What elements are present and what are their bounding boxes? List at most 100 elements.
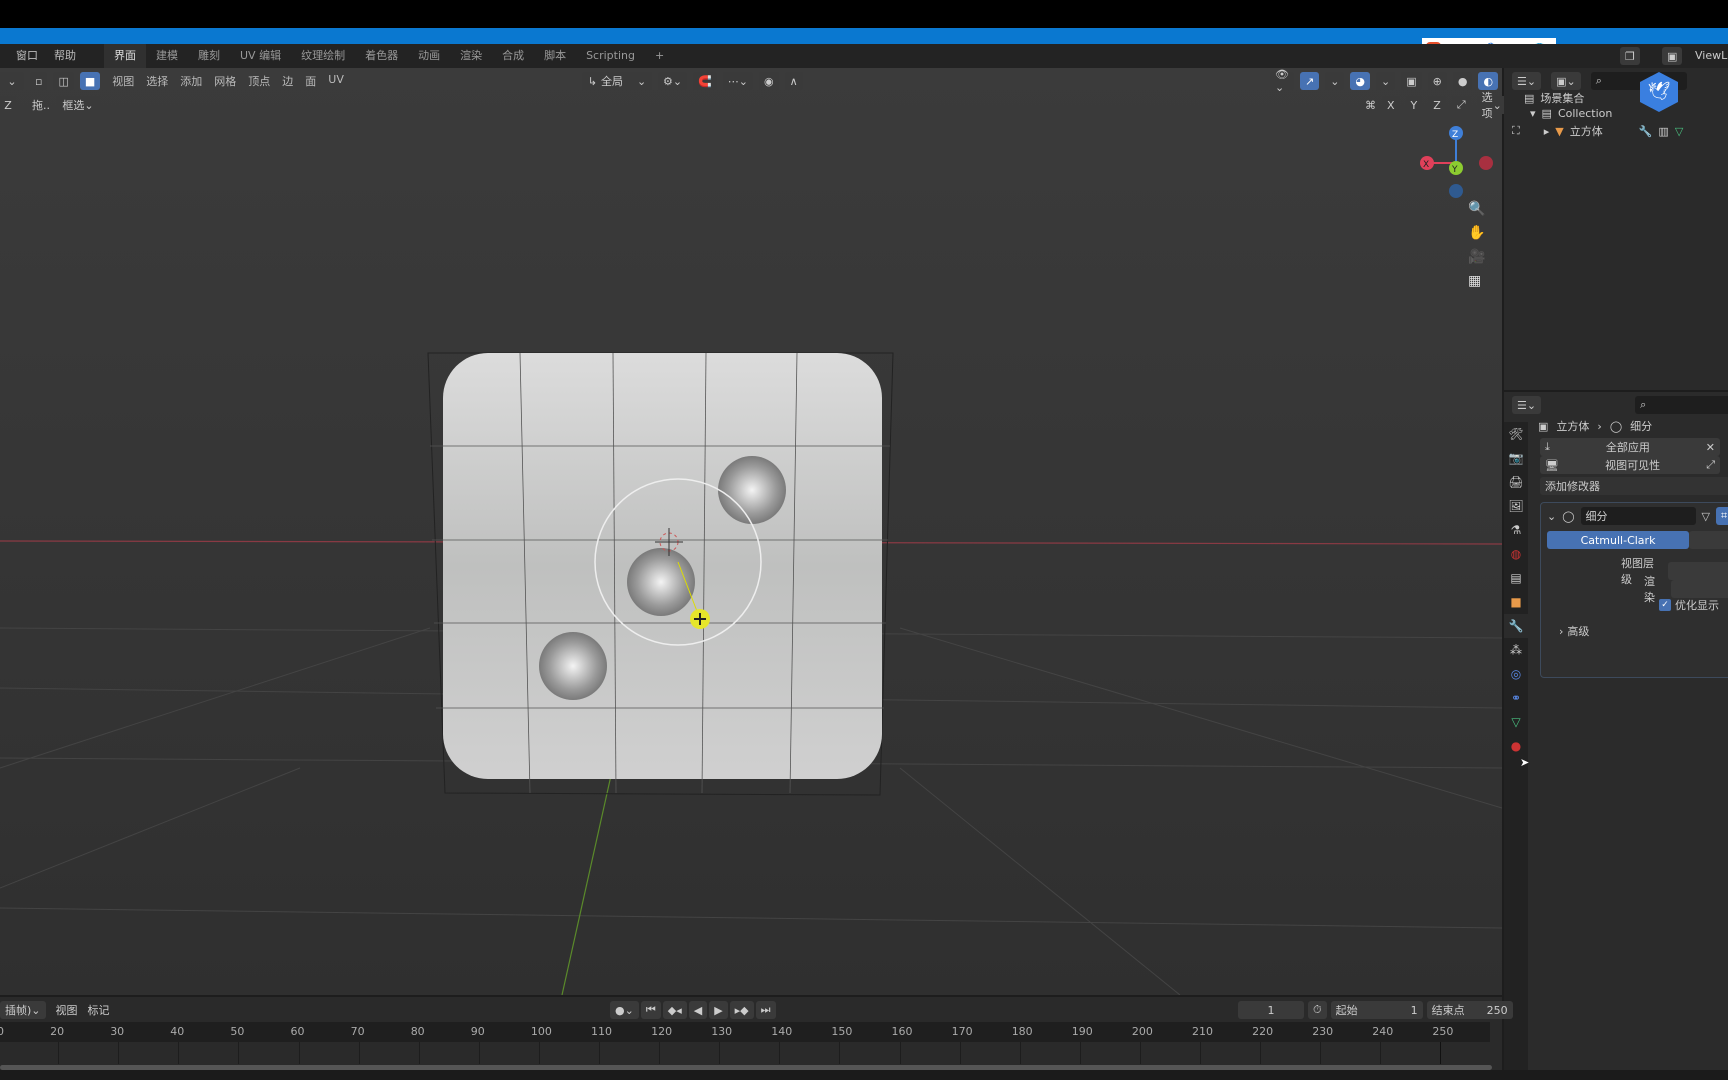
overlay-dropdown[interactable]: ⌄ xyxy=(1376,72,1396,90)
zoom-icon[interactable]: 🔍 xyxy=(1468,201,1485,217)
workspace-tab[interactable]: 着色器 xyxy=(355,44,408,68)
start-frame-field[interactable]: 起始 1 xyxy=(1330,1001,1423,1019)
mode-dropdown[interactable]: ⌄ xyxy=(0,72,24,90)
world-tab-icon[interactable]: ◍ xyxy=(1504,542,1528,566)
expand-arrow-icon[interactable]: ▾ xyxy=(1530,107,1536,120)
collapse-arrow-icon[interactable]: ▸ xyxy=(1544,125,1550,138)
gizmo-toggle-icon[interactable]: ↗ xyxy=(1299,72,1320,90)
physics-tab-icon[interactable]: ◎ xyxy=(1504,662,1528,686)
workspace-tab[interactable]: 雕刻 xyxy=(188,44,230,68)
mirror-icon[interactable]: ⌘ xyxy=(1365,99,1376,112)
shading-solid-icon[interactable]: ● xyxy=(1452,72,1473,90)
data-tab-icon[interactable]: ▽ xyxy=(1504,710,1528,734)
on-cage-toggle-icon[interactable]: ⌗ xyxy=(1716,507,1728,525)
workspace-tab[interactable]: 动画 xyxy=(408,44,450,68)
shading-wireframe-icon[interactable]: ⊕ xyxy=(1427,72,1447,90)
editmode-toggle-icon[interactable]: ▽ xyxy=(1702,510,1710,523)
proportional-edit-icon[interactable]: ◉ xyxy=(759,72,779,90)
render-tab-icon[interactable]: 📷 xyxy=(1504,446,1528,470)
viewport-menu-item[interactable]: 面 xyxy=(299,73,322,89)
current-frame-field[interactable]: 1 xyxy=(1238,1001,1304,1019)
workspace-tab[interactable]: 纹理绘制 xyxy=(291,44,355,68)
view-layer-icon[interactable]: ▣ xyxy=(1662,47,1683,65)
vertex-select-icon[interactable]: ▫ xyxy=(30,72,48,90)
expand-icon[interactable]: ⤢ xyxy=(1706,458,1715,472)
view-layer-label[interactable]: ViewLa xyxy=(1695,44,1728,68)
material-tab-icon[interactable]: ● xyxy=(1504,734,1528,758)
workspace-tab[interactable]: 合成 xyxy=(492,44,534,68)
modifier-wrench-icon[interactable]: 🔧 xyxy=(1639,125,1653,138)
mirror-z-toggle[interactable]: Z xyxy=(1428,96,1446,114)
constraints-tab-icon[interactable]: ⚭ xyxy=(1504,686,1528,710)
simple-button[interactable] xyxy=(1689,531,1728,549)
viewport-menu-item[interactable]: 添加 xyxy=(174,73,208,89)
falloff-icon[interactable]: ∧ xyxy=(784,72,803,90)
shading-material-icon[interactable]: ◐ xyxy=(1478,72,1499,90)
menu-help[interactable]: 帮助 xyxy=(46,44,84,68)
properties-search-input[interactable]: ⌕ xyxy=(1635,396,1728,414)
timeline-menu-marker[interactable]: 标记 xyxy=(88,1002,110,1018)
object-label[interactable]: 立方体 xyxy=(1570,123,1603,139)
keying-dropdown[interactable]: 插帧) ⌄ xyxy=(0,1001,46,1019)
timeline-menu-view[interactable]: 视图 xyxy=(56,1002,78,1018)
new-scene-icon[interactable]: ❐ xyxy=(1620,47,1640,65)
grid-perspective-icon[interactable]: ▦ xyxy=(1468,273,1485,289)
workspace-tab[interactable]: 界面 xyxy=(104,44,146,68)
viewport-menu-item[interactable]: 边 xyxy=(276,73,299,89)
next-keyframe-button[interactable]: ▸◆ xyxy=(729,1001,754,1019)
particles-tab-icon[interactable]: ⁂ xyxy=(1504,638,1528,662)
prev-keyframe-button[interactable]: ◆◂ xyxy=(662,1001,687,1019)
xray-icon[interactable]: ▣ xyxy=(1401,72,1422,90)
mesh-data-icon[interactable]: ▽ xyxy=(1675,125,1683,138)
face-select-icon[interactable]: ■ xyxy=(79,72,101,90)
apply-all-button[interactable]: ⤓ 全部应用 ✕ xyxy=(1540,438,1720,456)
mirror-y-toggle[interactable]: Y xyxy=(1405,96,1423,114)
workspace-tab[interactable]: Scripting xyxy=(576,44,645,68)
tool-toggle[interactable]: Z xyxy=(0,96,16,114)
output-tab-icon[interactable]: 🖨 xyxy=(1504,470,1528,494)
preview-range-icon[interactable]: ⏱ xyxy=(1308,1001,1327,1019)
workspace-tab[interactable]: UV 编辑 xyxy=(230,44,291,68)
viewport-menu-item[interactable]: UV xyxy=(322,73,350,89)
advanced-subpanel[interactable]: › 高级 xyxy=(1559,623,1589,639)
gizmo-dropdown[interactable]: ⌄ xyxy=(1325,72,1345,90)
editor-type-dropdown[interactable]: ☰⌄ xyxy=(1512,396,1542,414)
jump-start-button[interactable]: ⏮ xyxy=(640,1001,661,1019)
options-dropdown[interactable]: 选项 ⌄ xyxy=(1476,91,1507,120)
viewport-menu-item[interactable]: 选择 xyxy=(140,73,174,89)
workspace-tab[interactable]: 渲染 xyxy=(450,44,492,68)
overlay-toggle-icon[interactable]: ◕ xyxy=(1350,72,1371,90)
edge-select-icon[interactable]: ◫ xyxy=(53,72,74,90)
record-button[interactable]: ●⌄ xyxy=(610,1001,639,1019)
display-mode-dropdown[interactable]: ☰⌄ xyxy=(1512,72,1542,90)
snap-icon[interactable]: 🧲 xyxy=(693,72,717,90)
delete-all-icon[interactable]: ✕ xyxy=(1706,441,1715,454)
object-tab-icon[interactable]: ■ xyxy=(1504,590,1528,614)
modifier-name-input[interactable]: 细分 xyxy=(1580,507,1696,525)
workspace-tab[interactable]: 建模 xyxy=(146,44,188,68)
collapse-chevron-icon[interactable]: ⌄ xyxy=(1547,510,1556,523)
menu-window[interactable]: 窗口 xyxy=(0,44,46,68)
play-reverse-button[interactable]: ◀ xyxy=(688,1001,708,1019)
render-levels-field[interactable] xyxy=(1671,580,1728,598)
transform-orientation-dropdown[interactable]: ↳ 全局 ⌄ xyxy=(582,72,652,90)
pivot-icon[interactable]: ⚙⌄ xyxy=(658,72,688,90)
viewport-menu-item[interactable]: 网格 xyxy=(208,73,242,89)
viewport-visibility-button[interactable]: 🖥 视图可见性 ⤢ xyxy=(1540,456,1720,474)
workspace-tab[interactable]: 脚本 xyxy=(534,44,576,68)
scene-tab-icon[interactable]: ⚗ xyxy=(1504,518,1528,542)
jump-end-button[interactable]: ⏭ xyxy=(755,1001,776,1019)
modifier-tab-icon[interactable]: 🔧 xyxy=(1504,614,1528,638)
add-modifier-button[interactable]: 添加修改器 xyxy=(1540,477,1728,495)
camera-icon[interactable]: 🎥 xyxy=(1468,249,1485,265)
viewport-menu-item[interactable]: 顶点 xyxy=(242,73,276,89)
collection-label[interactable]: Collection xyxy=(1558,107,1612,120)
catmull-clark-button[interactable]: Catmull-Clark xyxy=(1547,531,1689,549)
add-workspace-button[interactable]: + xyxy=(645,44,674,68)
tool-tab-icon[interactable]: 🛠 xyxy=(1504,422,1528,446)
scene-collection-label[interactable]: 场景集合 xyxy=(1540,90,1584,106)
collection-tab-icon[interactable]: ▤ xyxy=(1504,566,1528,590)
snap-target-icon[interactable]: ⋯⌄ xyxy=(722,72,753,90)
filter-dropdown[interactable]: ▣⌄ xyxy=(1551,72,1581,90)
select-mode-dropdown[interactable]: 框选 ⌄ xyxy=(56,96,100,114)
